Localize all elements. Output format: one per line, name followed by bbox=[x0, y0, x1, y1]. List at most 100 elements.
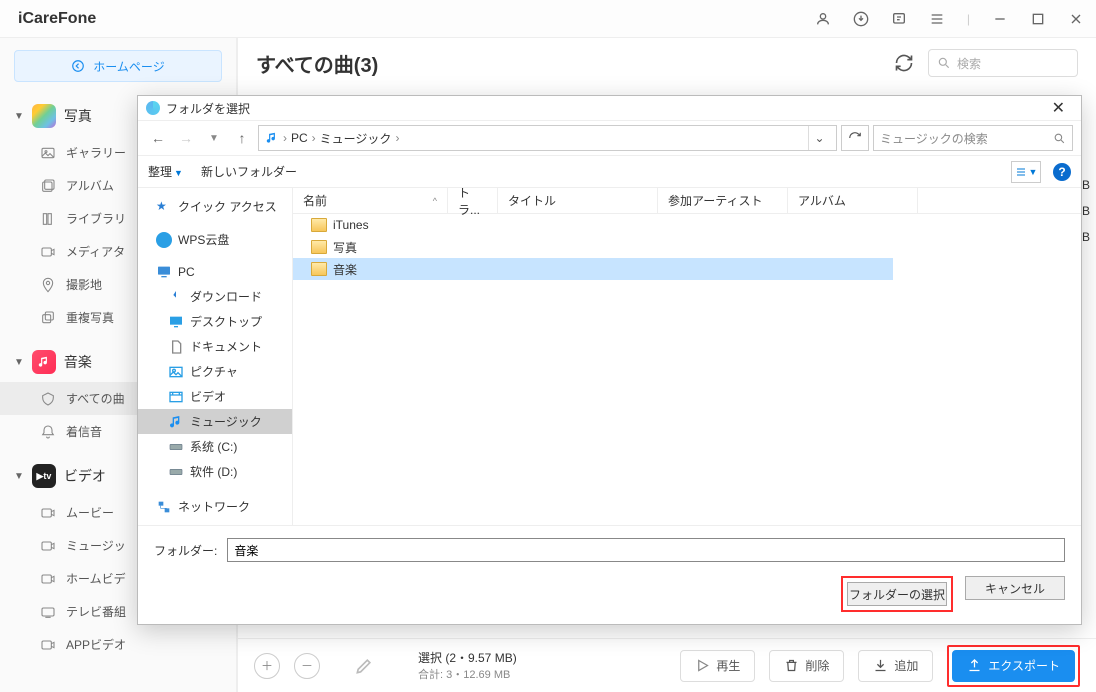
dialog-toolbar: 整理▼ 新しいフォルダー ▼ ? bbox=[138, 156, 1081, 188]
breadcrumb-dropdown-icon[interactable]: ⌄ bbox=[808, 126, 830, 150]
file-row[interactable]: 写真 bbox=[293, 236, 1081, 258]
file-row[interactable]: iTunes bbox=[293, 214, 1081, 236]
search-input[interactable]: 検索 bbox=[928, 49, 1078, 77]
dialog-search-input[interactable]: ミュージックの検索 bbox=[873, 125, 1073, 151]
organize-button[interactable]: 整理▼ bbox=[148, 163, 183, 180]
breadcrumb-seg[interactable]: PC bbox=[291, 131, 308, 145]
dialog-search-placeholder: ミュージックの検索 bbox=[880, 130, 988, 147]
back-arrow-icon bbox=[71, 59, 85, 73]
titlebar-icons: | bbox=[815, 11, 1084, 27]
newfolder-button[interactable]: 新しいフォルダー bbox=[201, 163, 297, 180]
add-round-button[interactable]: ＋ bbox=[254, 653, 280, 679]
close-icon[interactable] bbox=[1068, 11, 1084, 27]
col-album[interactable]: アルバム bbox=[788, 188, 918, 213]
folder-dialog: フォルダを選択 ✕ ← → ▼ ↑ › PC › ミュージック › ⌄ ミュージ… bbox=[137, 95, 1082, 625]
selection-line: 選択 (2・9.57 MB) bbox=[418, 649, 517, 666]
menu-icon[interactable] bbox=[929, 11, 945, 27]
col-title[interactable]: タイトル bbox=[498, 188, 658, 213]
folder-icon bbox=[311, 262, 327, 276]
dialog-titlebar: フォルダを選択 ✕ bbox=[138, 96, 1081, 120]
caret-down-icon: ▼ bbox=[14, 357, 24, 368]
folder-field[interactable] bbox=[227, 538, 1065, 562]
tree-desktop[interactable]: デスクトップ bbox=[138, 309, 292, 334]
nav-history-icon[interactable]: ▼ bbox=[202, 133, 226, 144]
tree-pictures[interactable]: ピクチャ bbox=[138, 359, 292, 384]
tree-drive-c[interactable]: 系统 (C:) bbox=[138, 434, 292, 459]
nav-header-music-label: 音楽 bbox=[64, 352, 92, 372]
edit-icon[interactable] bbox=[354, 656, 374, 676]
tree-download[interactable]: ダウンロード bbox=[138, 284, 292, 309]
dialog-body: ★クイック アクセス WPS云盘 PC ダウンロード デスクトップ ドキュメント… bbox=[138, 188, 1081, 525]
select-folder-button[interactable]: フォルダーの選択 bbox=[847, 582, 947, 606]
homepage-button[interactable]: ホームページ bbox=[14, 50, 222, 82]
col-track[interactable]: トラ... bbox=[448, 188, 498, 213]
maximize-icon[interactable] bbox=[1030, 11, 1046, 27]
dialog-close-button[interactable]: ✕ bbox=[1044, 98, 1073, 118]
download-icon[interactable] bbox=[853, 11, 869, 27]
homepage-label: ホームページ bbox=[93, 58, 164, 75]
feedback-icon[interactable] bbox=[891, 11, 907, 27]
footer-bar: ＋ － 選択 (2・9.57 MB) 合計: 3・12.69 MB 再生 削除 … bbox=[238, 638, 1096, 692]
folder-icon bbox=[311, 218, 327, 232]
user-icon[interactable] bbox=[815, 11, 831, 27]
search-icon bbox=[937, 56, 951, 70]
export-button[interactable]: エクスポート bbox=[952, 650, 1075, 682]
dialog-title: フォルダを選択 bbox=[166, 100, 250, 117]
tree-music[interactable]: ミュージック bbox=[138, 409, 292, 434]
export-highlight: エクスポート bbox=[947, 645, 1080, 687]
truncated-cell: B bbox=[1082, 230, 1090, 244]
search-icon bbox=[1053, 132, 1066, 145]
tree-documents[interactable]: ドキュメント bbox=[138, 334, 292, 359]
main-tools: 検索 bbox=[894, 49, 1078, 77]
music-folder-icon bbox=[265, 131, 279, 145]
nav-header-photo-label: 写真 bbox=[64, 106, 92, 126]
cancel-button[interactable]: キャンセル bbox=[965, 576, 1065, 600]
play-button[interactable]: 再生 bbox=[680, 650, 755, 682]
truncated-cell: B bbox=[1082, 204, 1090, 218]
help-icon[interactable]: ? bbox=[1053, 163, 1071, 181]
music-app-icon bbox=[32, 350, 56, 374]
column-headers: 名前^ トラ... タイトル 参加アーティスト アルバム bbox=[293, 188, 1081, 214]
tree-videos[interactable]: ビデオ bbox=[138, 384, 292, 409]
total-line: 合計: 3・12.69 MB bbox=[418, 666, 517, 682]
view-mode-button[interactable]: ▼ bbox=[1011, 161, 1041, 183]
footer-info: 選択 (2・9.57 MB) 合計: 3・12.69 MB bbox=[418, 649, 517, 682]
file-row-selected[interactable]: 音楽 bbox=[293, 258, 893, 280]
nav-up-icon[interactable]: ↑ bbox=[230, 130, 254, 146]
folder-icon bbox=[311, 240, 327, 254]
col-name[interactable]: 名前^ bbox=[293, 188, 448, 213]
file-panel: 名前^ トラ... タイトル 参加アーティスト アルバム iTunes 写真 音… bbox=[293, 188, 1081, 525]
dialog-bottom: フォルダー: フォルダーの選択 キャンセル bbox=[138, 525, 1081, 624]
nav-back-icon[interactable]: ← bbox=[146, 130, 170, 146]
tree-pc[interactable]: PC bbox=[138, 260, 292, 284]
truncated-cell: B bbox=[1082, 178, 1090, 192]
caret-down-icon: ▼ bbox=[14, 471, 24, 482]
add-button[interactable]: 追加 bbox=[858, 650, 933, 682]
folder-field-label: フォルダー: bbox=[154, 542, 217, 559]
caret-down-icon: ▼ bbox=[14, 111, 24, 122]
sidebar-item-appvideo[interactable]: APPビデオ bbox=[0, 628, 236, 661]
breadcrumb-seg[interactable]: ミュージック bbox=[320, 130, 392, 147]
tree-wps[interactable]: WPS云盘 bbox=[138, 227, 292, 252]
photo-app-icon bbox=[32, 104, 56, 128]
delete-button[interactable]: 削除 bbox=[769, 650, 844, 682]
remove-round-button[interactable]: － bbox=[294, 653, 320, 679]
tree-quickaccess[interactable]: ★クイック アクセス bbox=[138, 194, 292, 219]
page-title: すべての曲(3) bbox=[256, 49, 378, 78]
minimize-icon[interactable] bbox=[992, 11, 1008, 27]
search-placeholder: 検索 bbox=[957, 55, 981, 72]
app-title: iCareFone bbox=[18, 10, 96, 28]
refresh-icon[interactable] bbox=[894, 53, 914, 73]
dialog-app-icon bbox=[146, 101, 160, 115]
titlebar: iCareFone | bbox=[0, 0, 1096, 38]
col-artist[interactable]: 参加アーティスト bbox=[658, 188, 788, 213]
address-refresh-icon[interactable] bbox=[841, 125, 869, 151]
folder-tree: ★クイック アクセス WPS云盘 PC ダウンロード デスクトップ ドキュメント… bbox=[138, 188, 293, 525]
breadcrumb[interactable]: › PC › ミュージック › ⌄ bbox=[258, 125, 837, 151]
dialog-navbar: ← → ▼ ↑ › PC › ミュージック › ⌄ ミュージックの検索 bbox=[138, 120, 1081, 156]
tree-network[interactable]: ネットワーク bbox=[138, 494, 292, 519]
nav-forward-icon[interactable]: → bbox=[174, 130, 198, 146]
tree-drive-d[interactable]: 软件 (D:) bbox=[138, 459, 292, 484]
main-header: すべての曲(3) 検索 bbox=[238, 38, 1096, 88]
nav-header-video-label: ビデオ bbox=[64, 466, 106, 486]
